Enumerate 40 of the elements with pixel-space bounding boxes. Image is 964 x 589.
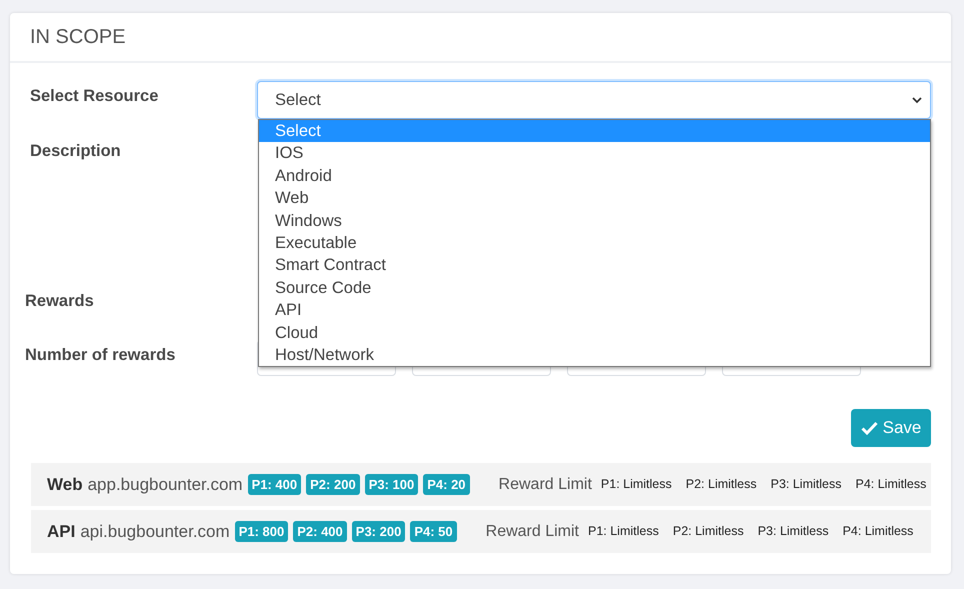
scope-type: Web — [47, 474, 83, 496]
dropdown-option[interactable]: IOS — [259, 142, 930, 165]
reward-badge: P4: 20 — [423, 474, 470, 496]
reward-limit-label: Reward Limit — [498, 474, 592, 494]
select-field[interactable]: Select — [257, 81, 931, 119]
reward-badge: P3: 200 — [352, 520, 406, 542]
limit-text: P2: Limitless — [672, 523, 744, 540]
limit-text: P4: Limitless — [855, 476, 926, 494]
field-label: Description — [30, 141, 122, 162]
reward-badge: P1: 400 — [248, 474, 302, 496]
dropdown-option[interactable]: Smart Contract — [259, 254, 930, 277]
reward-badge: P2: 400 — [293, 520, 347, 542]
dropdown-option[interactable]: Cloud — [259, 322, 930, 344]
reward-limit-label: Reward Limit — [486, 522, 579, 542]
checkmark-icon — [860, 421, 878, 435]
card-title: IN SCOPE — [30, 25, 126, 49]
reward-badge: P1: 800 — [234, 520, 288, 542]
limit-text: P1: Limitless — [588, 523, 659, 540]
dropdown-option[interactable]: Source Code — [259, 276, 930, 300]
limit-text: P1: Limitless — [600, 476, 672, 494]
dropdown-option[interactable]: API — [259, 299, 930, 322]
dropdown-option[interactable]: Android — [259, 164, 930, 188]
limit-text: P2: Limitless — [686, 476, 757, 494]
field-label: Select Resource — [30, 86, 160, 107]
dropdown-option[interactable]: Executable — [259, 232, 930, 254]
limit-text: P3: Limitless — [770, 476, 842, 494]
dropdown-option[interactable]: Web — [259, 187, 930, 210]
field-label: Number of rewards — [25, 345, 176, 366]
field-label: Rewards — [25, 291, 95, 312]
dropdown-option[interactable]: Windows — [259, 210, 930, 232]
reward-badge: P4: 50 — [410, 520, 457, 542]
reward-badge: P2: 200 — [306, 474, 360, 496]
chevron-down-icon — [912, 96, 922, 104]
scope-target: api.bugbounter.com — [80, 520, 230, 543]
limit-text: P3: Limitless — [758, 523, 829, 540]
dropdown-option[interactable]: Host/Network — [259, 344, 930, 366]
scope-target: app.bugbounter.com — [88, 474, 243, 496]
reward-badge: P3: 100 — [364, 474, 418, 496]
scope-type: API — [47, 520, 76, 543]
limit-text: P4: Limitless — [842, 523, 914, 540]
